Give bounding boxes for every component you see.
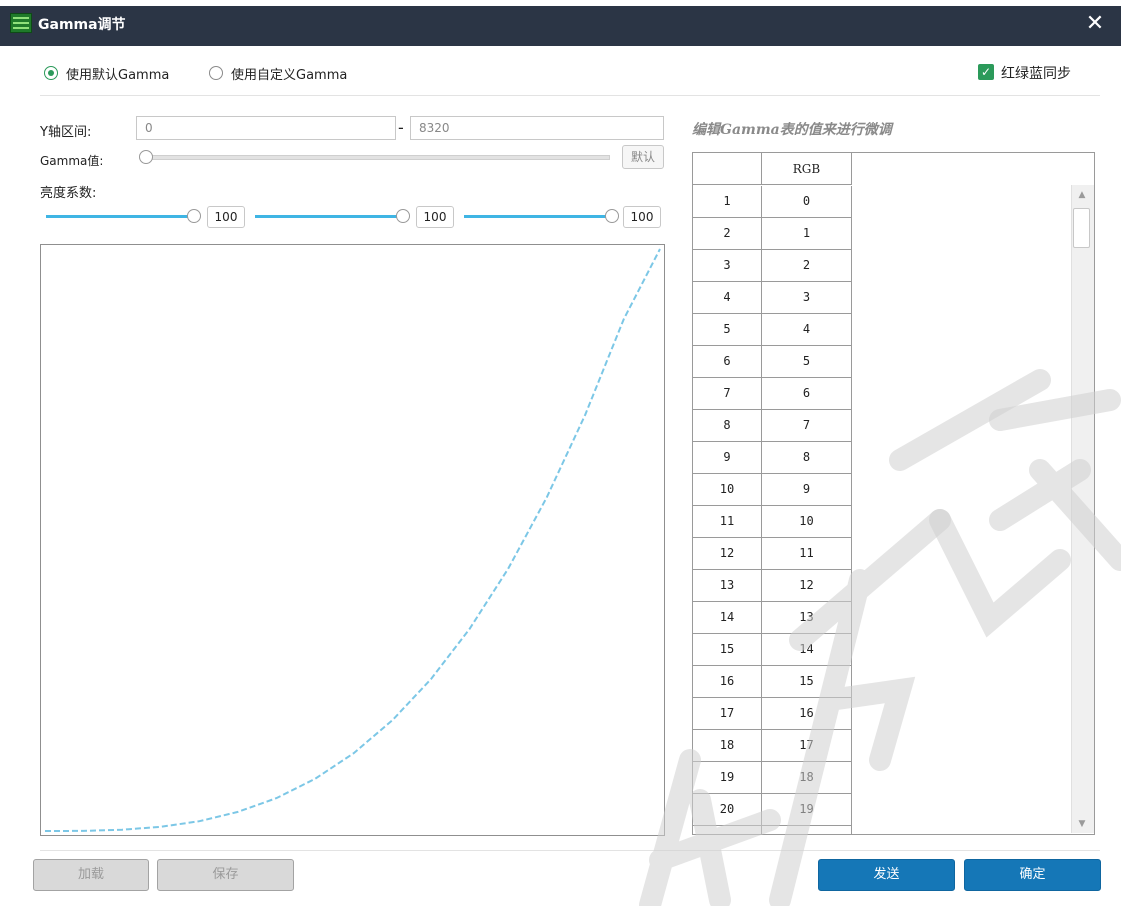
rgb-value-cell[interactable]: 2 [762,250,852,282]
brightness-slider-2-thumb[interactable] [396,209,410,223]
table-scrollbar[interactable] [1071,185,1094,833]
brightness-slider-3-thumb[interactable] [605,209,619,223]
custom-gamma-label[interactable]: 使用自定义Gamma [231,64,347,83]
brightness-label: 亮度系数: [40,186,97,201]
row-index-cell: 8 [693,410,762,442]
row-index-cell: 16 [693,666,762,698]
save-button[interactable]: 保存 [157,859,294,891]
title-bar [0,6,1121,46]
row-index-cell: 17 [693,698,762,730]
row-index-cell: 21 [693,826,762,834]
row-index-cell: 19 [693,762,762,794]
brightness-slider-2-track[interactable] [255,215,403,218]
row-index-cell: 4 [693,282,762,314]
row-index-cell: 15 [693,634,762,666]
rgb-value-cell[interactable]: 17 [762,730,852,762]
row-index-cell: 3 [693,250,762,282]
brightness-slider-3-track[interactable] [464,215,612,218]
gamma-curve-line [44,248,661,832]
gamma-value-label: Gamma值: [40,154,104,168]
gamma-curve-svg [44,248,661,832]
default-gamma-label[interactable]: 使用默认Gamma [66,64,169,83]
y-range-label: Y轴区间: [40,125,92,140]
ok-button[interactable]: 确定 [964,859,1101,891]
rgb-value-cell[interactable]: 16 [762,698,852,730]
y-range-dash: - [398,118,404,137]
top-divider [40,95,1100,96]
gamma-curve-chart[interactable] [40,244,665,836]
row-index-cell: 12 [693,538,762,570]
default-gamma-radio[interactable] [44,66,58,80]
row-index-cell: 11 [693,506,762,538]
rgb-value-cell[interactable]: 20 [762,826,852,834]
rgb-value-cell[interactable]: 15 [762,666,852,698]
table-header-rgb: RGB [762,153,852,185]
close-icon[interactable]: ✕ [1082,11,1108,37]
row-index-cell: 14 [693,602,762,634]
rgb-value-cell[interactable]: 0 [762,186,852,218]
edit-table-title: 编辑Gamma表的值来进行微调 [692,122,892,138]
rgb-value-cell[interactable]: 9 [762,474,852,506]
row-index-cell: 9 [693,442,762,474]
rgb-value-cell[interactable]: 14 [762,634,852,666]
row-index-cell: 1 [693,186,762,218]
rgb-sync-checkbox[interactable]: ✓ [978,64,994,80]
row-index-cell: 2 [693,218,762,250]
rgb-value-cell[interactable]: 10 [762,506,852,538]
window-title: Gamma调节 [38,17,126,33]
brightness-slider-1-thumb[interactable] [187,209,201,223]
rgb-value-cell[interactable]: 18 [762,762,852,794]
rgb-value-cell[interactable]: 1 [762,218,852,250]
row-index-cell: 18 [693,730,762,762]
row-index-cell: 7 [693,378,762,410]
rgb-value-cell[interactable]: 13 [762,602,852,634]
row-index-cell: 13 [693,570,762,602]
rgb-value-cell[interactable]: 8 [762,442,852,474]
rgb-value-cell[interactable]: 4 [762,314,852,346]
rgb-value-cell[interactable]: 3 [762,282,852,314]
scroll-down-icon[interactable]: ▼ [1071,817,1093,831]
load-button[interactable]: 加载 [33,859,149,891]
gamma-default-button[interactable]: 默认 [622,145,664,169]
scrollbar-thumb[interactable] [1073,208,1090,248]
scroll-up-icon[interactable]: ▲ [1071,188,1093,202]
send-button[interactable]: 发送 [818,859,955,891]
rgb-sync-label[interactable]: 红绿蓝同步 [1001,63,1071,83]
brightness-value-1[interactable]: 100 [207,206,245,228]
row-index-cell: 10 [693,474,762,506]
bottom-divider [40,850,1100,851]
gamma-slider-track[interactable] [144,155,610,160]
y-range-min-input[interactable]: 0 [136,116,396,140]
custom-gamma-radio[interactable] [209,66,223,80]
rgb-value-cell[interactable]: 6 [762,378,852,410]
row-index-cell: 6 [693,346,762,378]
rgb-value-cell[interactable]: 11 [762,538,852,570]
rgb-value-cell[interactable]: 19 [762,794,852,826]
table-header-index [693,153,762,185]
row-index-cell: 20 [693,794,762,826]
rgb-value-cell[interactable]: 7 [762,410,852,442]
gamma-slider-thumb[interactable] [139,150,153,164]
row-index-cell: 5 [693,314,762,346]
app-icon [10,13,32,33]
rgb-value-cell[interactable]: 5 [762,346,852,378]
brightness-value-3[interactable]: 100 [623,206,661,228]
brightness-value-2[interactable]: 100 [416,206,454,228]
gamma-table[interactable]: RGB 1 0 2 1 3 2 4 3 5 4 6 5 7 6 8 7 9 8 10 9 11 10 12 11 13 12 14 1… [692,152,1095,835]
y-range-max-input[interactable]: 8320 [410,116,664,140]
brightness-slider-1-track[interactable] [46,215,194,218]
rgb-value-cell[interactable]: 12 [762,570,852,602]
